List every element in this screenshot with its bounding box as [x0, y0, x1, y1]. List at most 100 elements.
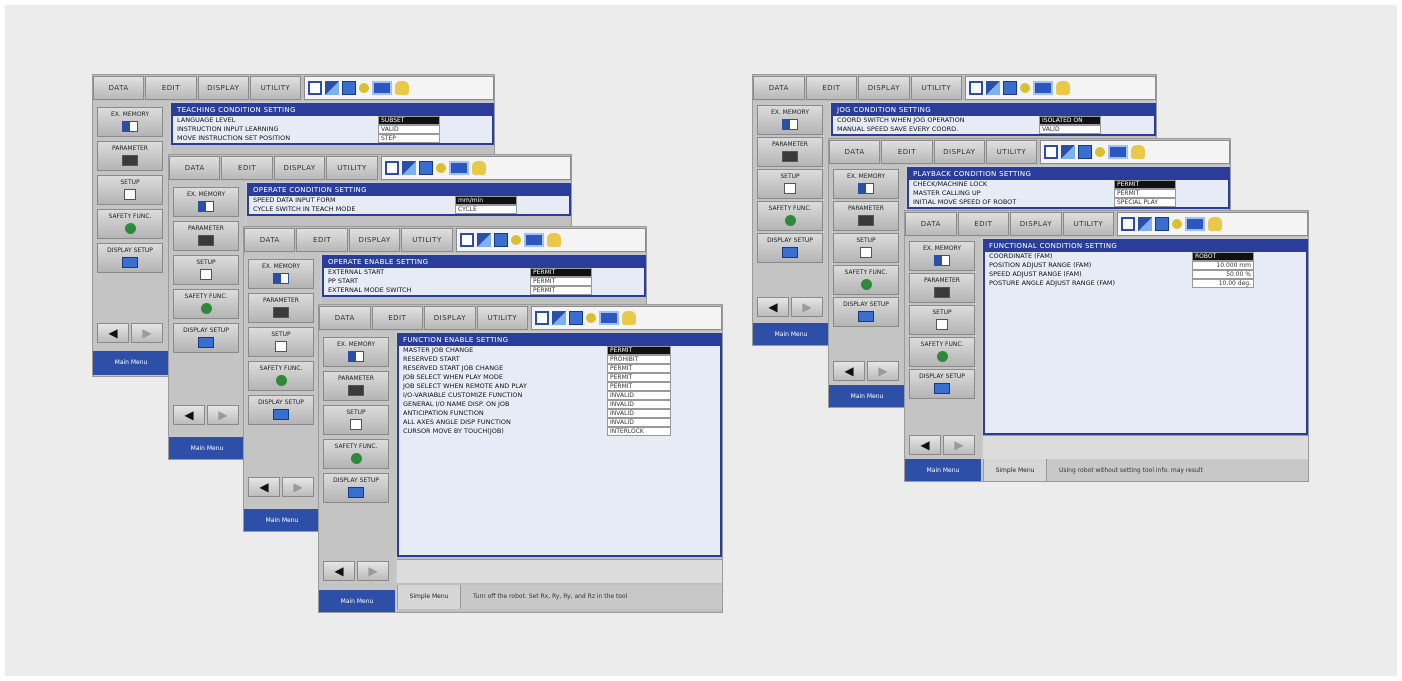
- tab-display[interactable]: DISPLAY: [197, 76, 249, 100]
- setting-value[interactable]: PERMIT: [530, 268, 592, 277]
- page-next-button[interactable]: ▶: [357, 561, 389, 581]
- parameter-button[interactable]: PARAMETER: [173, 221, 239, 251]
- tab-utility[interactable]: UTILITY: [1062, 212, 1115, 236]
- setting-value[interactable]: INVALID: [607, 418, 671, 427]
- tab-utility[interactable]: UTILITY: [326, 156, 378, 180]
- display-setup-button[interactable]: DISPLAY SETUP: [833, 297, 899, 327]
- setting-value[interactable]: CYCLE: [455, 205, 517, 214]
- setting-value[interactable]: 10.000 mm: [1192, 261, 1254, 270]
- parameter-button[interactable]: PARAMETER: [323, 371, 389, 401]
- tab-display[interactable]: DISPLAY: [273, 156, 326, 180]
- setting-value[interactable]: PERMIT: [607, 373, 671, 382]
- setting-row[interactable]: CURSOR MOVE BY TOUCH(JOB) INTERLOCK: [399, 427, 720, 436]
- display-setup-button[interactable]: DISPLAY SETUP: [173, 323, 239, 353]
- setting-row[interactable]: MOVE INSTRUCTION SET POSITION STEP: [173, 134, 492, 143]
- setup-button[interactable]: SETUP: [323, 405, 389, 435]
- setting-value[interactable]: mm/min: [455, 196, 517, 205]
- ex-memory-button[interactable]: EX. MEMORY: [757, 105, 823, 135]
- setting-row[interactable]: MANUAL SPEED SAVE EVERY COORD. VALID: [833, 125, 1154, 134]
- page-next-button[interactable]: ▶: [207, 405, 239, 425]
- tab-edit[interactable]: EDIT: [805, 76, 858, 100]
- tab-edit[interactable]: EDIT: [957, 212, 1010, 236]
- setup-button[interactable]: SETUP: [833, 233, 899, 263]
- setting-value[interactable]: SPECIAL PLAY: [1114, 198, 1176, 207]
- setup-button[interactable]: SETUP: [97, 175, 163, 205]
- setting-row[interactable]: COORD SWITCH WHEN JOG OPERATION ISOLATED …: [833, 116, 1154, 125]
- tab-utility[interactable]: UTILITY: [476, 306, 529, 330]
- setting-row[interactable]: INSTRUCTION INPUT LEARNING VALID: [173, 125, 492, 134]
- page-prev-button[interactable]: ◀: [248, 477, 280, 497]
- tab-data[interactable]: DATA: [829, 140, 881, 164]
- setting-value[interactable]: INVALID: [607, 400, 671, 409]
- tab-edit[interactable]: EDIT: [881, 140, 933, 164]
- tab-edit[interactable]: EDIT: [296, 228, 348, 252]
- simple-menu-button[interactable]: Simple Menu: [983, 459, 1047, 481]
- main-menu-button[interactable]: Main Menu: [905, 459, 981, 481]
- tab-utility[interactable]: UTILITY: [249, 76, 302, 100]
- display-setup-button[interactable]: DISPLAY SETUP: [323, 473, 389, 503]
- setting-row[interactable]: RESERVED START PROHIBIT: [399, 355, 720, 364]
- setting-value[interactable]: VALID: [1039, 125, 1101, 134]
- setting-value[interactable]: ROBOT: [1192, 252, 1254, 261]
- ex-memory-button[interactable]: EX. MEMORY: [323, 337, 389, 367]
- setting-row[interactable]: COORDINATE (FAM) ROBOT: [985, 252, 1306, 261]
- setting-row[interactable]: POSTURE ANGLE ADJUST RANGE (FAM) 10.00 de…: [985, 279, 1306, 288]
- setting-row[interactable]: ANTICIPATION FUNCTION INVALID: [399, 409, 720, 418]
- main-menu-button[interactable]: Main Menu: [169, 437, 245, 459]
- setting-value[interactable]: PERMIT: [1114, 180, 1176, 189]
- setup-button[interactable]: SETUP: [757, 169, 823, 199]
- page-prev-button[interactable]: ◀: [833, 361, 865, 381]
- page-prev-button[interactable]: ◀: [173, 405, 205, 425]
- setting-row[interactable]: JOB SELECT WHEN REMOTE AND PLAY PERMIT: [399, 382, 720, 391]
- parameter-button[interactable]: PARAMETER: [248, 293, 314, 323]
- setup-button[interactable]: SETUP: [173, 255, 239, 285]
- main-menu-button[interactable]: Main Menu: [319, 590, 395, 612]
- tab-display[interactable]: DISPLAY: [348, 228, 401, 252]
- tab-data[interactable]: DATA: [319, 306, 371, 330]
- safety-func-button[interactable]: SAFETY FUNC.: [833, 265, 899, 295]
- safety-func-button[interactable]: SAFETY FUNC.: [97, 209, 163, 239]
- setting-row[interactable]: EXTERNAL MODE SWITCH PERMIT: [324, 286, 644, 295]
- setting-row[interactable]: CYCLE SWITCH IN TEACH MODE CYCLE: [249, 205, 569, 214]
- setting-row[interactable]: LANGUAGE LEVEL SUBSET: [173, 116, 492, 125]
- page-prev-button[interactable]: ◀: [757, 297, 789, 317]
- setting-row[interactable]: MASTER JOB CHANGE PERMIT: [399, 346, 720, 355]
- setting-value[interactable]: PERMIT: [607, 346, 671, 355]
- setting-row[interactable]: JOB SELECT WHEN PLAY MODE PERMIT: [399, 373, 720, 382]
- tab-utility[interactable]: UTILITY: [401, 228, 453, 252]
- tab-edit[interactable]: EDIT: [371, 306, 424, 330]
- setting-value[interactable]: PERMIT: [607, 364, 671, 373]
- tab-edit[interactable]: EDIT: [145, 76, 197, 100]
- input-line[interactable]: [983, 435, 1308, 459]
- tab-display[interactable]: DISPLAY: [933, 140, 985, 164]
- tab-display[interactable]: DISPLAY: [858, 76, 910, 100]
- parameter-button[interactable]: PARAMETER: [833, 201, 899, 231]
- page-next-button[interactable]: ▶: [943, 435, 975, 455]
- setting-row[interactable]: RESERVED START JOB CHANGE PERMIT: [399, 364, 720, 373]
- tab-utility[interactable]: UTILITY: [910, 76, 963, 100]
- tab-display[interactable]: DISPLAY: [424, 306, 476, 330]
- setting-row[interactable]: INITIAL MOVE SPEED OF ROBOT SPECIAL PLAY: [909, 198, 1228, 207]
- setting-row[interactable]: ALL AXES ANGLE DISP FUNCTION INVALID: [399, 418, 720, 427]
- display-setup-button[interactable]: DISPLAY SETUP: [97, 243, 163, 273]
- ex-memory-button[interactable]: EX. MEMORY: [833, 169, 899, 199]
- ex-memory-button[interactable]: EX. MEMORY: [248, 259, 314, 289]
- setting-value[interactable]: PERMIT: [530, 277, 592, 286]
- input-line[interactable]: [397, 559, 722, 583]
- safety-func-button[interactable]: SAFETY FUNC.: [323, 439, 389, 469]
- setting-value[interactable]: INVALID: [607, 409, 671, 418]
- safety-func-button[interactable]: SAFETY FUNC.: [909, 337, 975, 367]
- setting-value[interactable]: PERMIT: [530, 286, 592, 295]
- safety-func-button[interactable]: SAFETY FUNC.: [757, 201, 823, 231]
- display-setup-button[interactable]: DISPLAY SETUP: [757, 233, 823, 263]
- setting-row[interactable]: SPEED ADJUST RANGE (FAM) 50.00 %: [985, 270, 1306, 279]
- main-menu-button[interactable]: Main Menu: [829, 385, 905, 407]
- setting-value[interactable]: SUBSET: [378, 116, 440, 125]
- main-menu-button[interactable]: Main Menu: [244, 509, 320, 531]
- page-prev-button[interactable]: ◀: [97, 323, 129, 343]
- setting-value[interactable]: ISOLATED ON: [1039, 116, 1101, 125]
- setting-value[interactable]: PROHIBIT: [607, 355, 671, 364]
- setting-row[interactable]: GENERAL I/O NAME DISP. ON JOB INVALID: [399, 400, 720, 409]
- tab-data[interactable]: DATA: [244, 228, 296, 252]
- ex-memory-button[interactable]: EX. MEMORY: [909, 241, 975, 271]
